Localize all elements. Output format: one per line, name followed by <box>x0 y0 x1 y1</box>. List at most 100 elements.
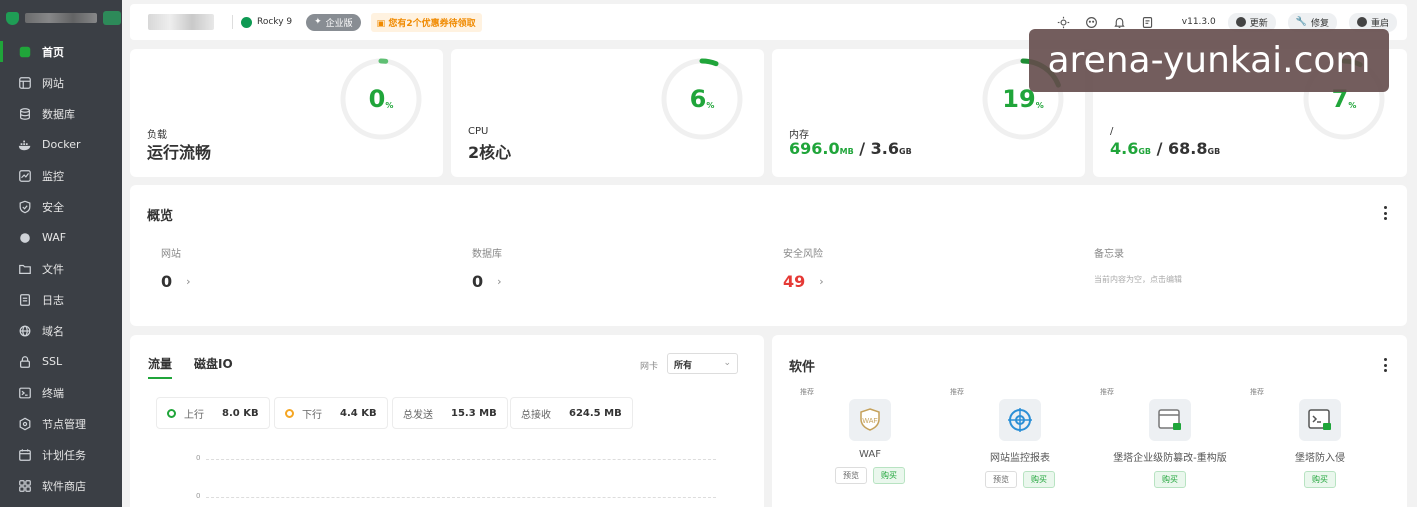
sidebar-item-docker[interactable]: Docker <box>0 129 122 160</box>
database-icon <box>18 107 32 121</box>
sidebar-item-cron[interactable]: 计划任务 <box>0 439 122 470</box>
download-stat: 下行 4.4 KB <box>274 397 388 429</box>
upload-stat: 上行 8.0 KB <box>156 397 270 429</box>
chart-gridline <box>206 459 716 460</box>
overview-websites[interactable]: 网站 0 › <box>161 245 191 291</box>
sidebar-item-label: 数据库 <box>42 107 75 121</box>
software-name: 堡塔防入侵 <box>1295 453 1345 464</box>
load-gauge: 0% <box>339 57 423 141</box>
buy-button[interactable]: 购买 <box>873 467 905 484</box>
disk-value: 4.6GB / 68.8GB <box>1110 139 1220 158</box>
sidebar-item-website[interactable]: 网站 <box>0 67 122 98</box>
buy-button[interactable]: 购买 <box>1154 471 1186 488</box>
support-icon[interactable] <box>1084 14 1100 30</box>
ssl-icon <box>18 355 32 369</box>
divider <box>232 15 233 29</box>
buy-button[interactable]: 购买 <box>1304 471 1336 488</box>
sidebar-item-label: 域名 <box>42 324 64 338</box>
sidebar-item-label: 日志 <box>42 293 64 307</box>
chevron-right-icon[interactable]: › <box>497 275 501 288</box>
domain-icon <box>18 324 32 338</box>
sidebar-item-files[interactable]: 文件 <box>0 253 122 284</box>
buy-button[interactable]: 购买 <box>1023 471 1055 488</box>
svg-text:WAF: WAF <box>862 418 877 425</box>
nic-label: 网卡 <box>640 362 659 372</box>
sidebar-item-label: 软件商店 <box>42 479 86 493</box>
sidebar-item-ssl[interactable]: SSL <box>0 346 122 377</box>
software-item-site-monitor[interactable]: 推荐 网站监控报表 预览 购买 <box>950 387 1090 488</box>
sidebar-item-waf[interactable]: WAF <box>0 222 122 253</box>
preview-button[interactable]: 预览 <box>985 471 1017 488</box>
os-info: Rocky 9 <box>241 16 293 28</box>
memo-placeholder[interactable]: 当前内容为空，点击编辑 <box>1094 274 1182 285</box>
tab-disk-io[interactable]: 磁盘IO <box>194 355 233 376</box>
overview-memo[interactable]: 备忘录 当前内容为空，点击编辑 <box>1094 245 1182 285</box>
load-gauge-value: 0 <box>368 85 386 113</box>
memory-gauge-unit: % <box>1035 100 1044 110</box>
sidebar-item-domain[interactable]: 域名 <box>0 315 122 346</box>
os-name: Rocky 9 <box>257 17 293 27</box>
software-item-tamper-proof[interactable]: 推荐 堡塔企业级防篡改-重构版 购买 <box>1100 387 1240 488</box>
theme-sun-icon[interactable] <box>1056 14 1072 30</box>
memory-used-unit: MB <box>839 147 854 156</box>
brand-logo-icon <box>6 11 19 25</box>
waf-icon <box>18 231 32 245</box>
sidebar-item-label: 网站 <box>42 76 64 90</box>
load-card[interactable]: 0% 负载 运行流畅 <box>130 49 443 177</box>
chevron-right-icon[interactable]: › <box>186 275 190 288</box>
brand-name-blurred <box>25 13 97 23</box>
calendar-icon <box>18 448 32 462</box>
software-name: WAF <box>859 449 881 460</box>
memory-slash: / <box>859 139 866 158</box>
brand <box>0 0 122 36</box>
sidebar-item-label: 计划任务 <box>42 448 86 462</box>
sidebar-item-database[interactable]: 数据库 <box>0 98 122 129</box>
overview-risk-label: 安全风险 <box>783 249 823 260</box>
tab-traffic[interactable]: 流量 <box>148 355 173 379</box>
sidebar-item-monitor[interactable]: 监控 <box>0 160 122 191</box>
upload-label: 上行 <box>184 409 204 421</box>
coupon-banner[interactable]: ▣ 您有2个优惠券待领取 <box>370 12 482 32</box>
sidebar-item-label: Docker <box>42 138 81 151</box>
software-item-waf[interactable]: 推荐 WAF WAF 预览 购买 <box>800 387 940 484</box>
overview-card: 概览 网站 0 › 数据库 0 › 安全风险 49 › 备忘录 当前内容为空，点击编辑 <box>130 185 1407 326</box>
tamper-proof-icon <box>1149 399 1191 441</box>
notes-icon[interactable] <box>1140 14 1156 30</box>
preview-button[interactable]: 预览 <box>835 467 867 484</box>
edition-badge[interactable]: ✦ 企业版 <box>306 13 361 31</box>
recommend-tag: 推荐 <box>800 388 814 396</box>
overview-databases[interactable]: 数据库 0 › <box>472 245 502 291</box>
sidebar-item-store[interactable]: 软件商店 <box>0 470 122 501</box>
watermark-overlay: arena-yunkai.com <box>1029 29 1389 92</box>
total-received-stat: 总接收 624.5 MB <box>510 397 633 429</box>
sidebar: 首页 网站 数据库 Docker 监控 安全 WAF 文件 日志 域名 SSL <box>0 0 122 507</box>
sidebar-item-nodes[interactable]: 节点管理 <box>0 408 122 439</box>
cpu-gauge-value: 6 <box>689 85 707 113</box>
sidebar-item-terminal[interactable]: 终端 <box>0 377 122 408</box>
software-item-intrusion[interactable]: 推荐 堡塔防入侵 购买 <box>1250 387 1390 488</box>
monitor-report-icon <box>999 399 1041 441</box>
waf-shield-icon: WAF <box>849 399 891 441</box>
terminal-icon <box>18 386 32 400</box>
sidebar-item-label: SSL <box>42 355 63 368</box>
overview-security-risk[interactable]: 安全风险 49 › <box>783 245 824 291</box>
bell-icon[interactable] <box>1112 14 1128 30</box>
cpu-card[interactable]: 6% CPU 2核心 <box>451 49 764 177</box>
sidebar-item-logs[interactable]: 日志 <box>0 284 122 315</box>
total-sent-value: 15.3 MB <box>451 407 497 419</box>
nic-select[interactable]: 所有 ⌄ <box>667 353 738 374</box>
store-icon <box>18 479 32 493</box>
sidebar-item-label: 首页 <box>42 45 64 59</box>
download-value: 4.4 KB <box>340 407 377 419</box>
update-icon <box>1235 17 1246 27</box>
sidebar-item-home[interactable]: 首页 <box>0 36 122 67</box>
folder-icon <box>18 262 32 276</box>
chevron-right-icon[interactable]: › <box>819 275 823 288</box>
wrench-icon: 🔧 <box>1295 17 1307 27</box>
overview-memo-label: 备忘录 <box>1094 249 1124 260</box>
software-name: 堡塔企业级防篡改-重构版 <box>1113 453 1227 464</box>
sidebar-item-security[interactable]: 安全 <box>0 191 122 222</box>
software-more-icon[interactable] <box>1383 358 1387 372</box>
overview-more-icon[interactable] <box>1383 206 1387 220</box>
total-received-label: 总接收 <box>521 409 551 421</box>
